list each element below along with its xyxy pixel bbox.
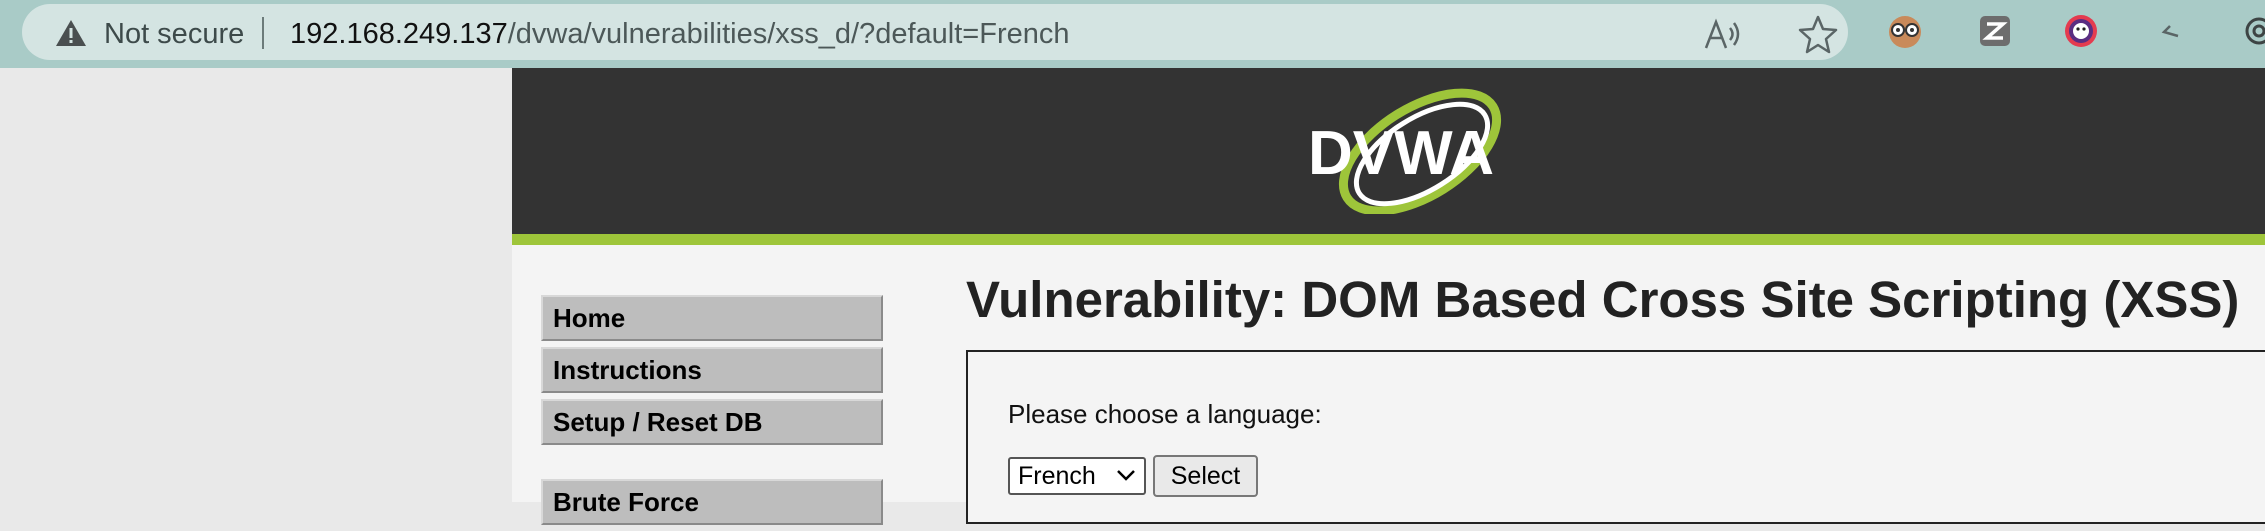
main-menu: Home Instructions Setup / Reset DB Brute… <box>541 295 883 531</box>
language-prompt: Please choose a language: <box>1008 399 1322 429</box>
extension-z-icon[interactable] <box>1976 12 2014 50</box>
menu-item-setup[interactable]: Setup / Reset DB <box>541 399 883 445</box>
extension-face-icon[interactable] <box>2062 12 2100 50</box>
menu-spacer <box>541 451 883 479</box>
page-title: Vulnerability: DOM Based Cross Site Scri… <box>966 271 2240 328</box>
back-arrow-icon[interactable] <box>2152 12 2190 50</box>
url-path: /dvwa/vulnerabilities/xss_d/?default=Fre… <box>507 18 1070 50</box>
header-accent-bar <box>512 234 2265 245</box>
favorite-star-icon[interactable] <box>1798 14 1838 54</box>
divider <box>262 17 264 49</box>
security-label[interactable]: Not secure <box>104 17 244 51</box>
browser-toolbar: Not secure 192.168.249.137/dvwa/vulnerab… <box>0 0 2265 68</box>
select-button[interactable]: Select <box>1153 455 1258 497</box>
language-select-value: French <box>1018 462 1096 490</box>
menu-item-brute-force[interactable]: Brute Force <box>541 479 883 525</box>
page-margin <box>0 68 512 502</box>
menu-item-home[interactable]: Home <box>541 295 883 341</box>
extension-owl-icon[interactable] <box>1886 12 1924 50</box>
settings-gear-icon[interactable] <box>2240 12 2265 50</box>
language-select[interactable]: French <box>1008 457 1146 495</box>
address-bar[interactable]: Not secure 192.168.249.137/dvwa/vulnerab… <box>22 4 1848 60</box>
logo-text: DVWA <box>1308 119 1494 188</box>
warning-icon[interactable] <box>54 18 88 48</box>
vulnerability-box <box>966 350 2265 524</box>
dvwa-logo: DVWA <box>1308 88 1502 214</box>
menu-item-instructions[interactable]: Instructions <box>541 347 883 393</box>
read-aloud-icon[interactable] <box>1702 16 1744 52</box>
url-host: 192.168.249.137 <box>290 18 508 50</box>
chevron-down-icon <box>1117 470 1135 481</box>
url-text[interactable]: 192.168.249.137/dvwa/vulnerabilities/xss… <box>290 17 1070 51</box>
